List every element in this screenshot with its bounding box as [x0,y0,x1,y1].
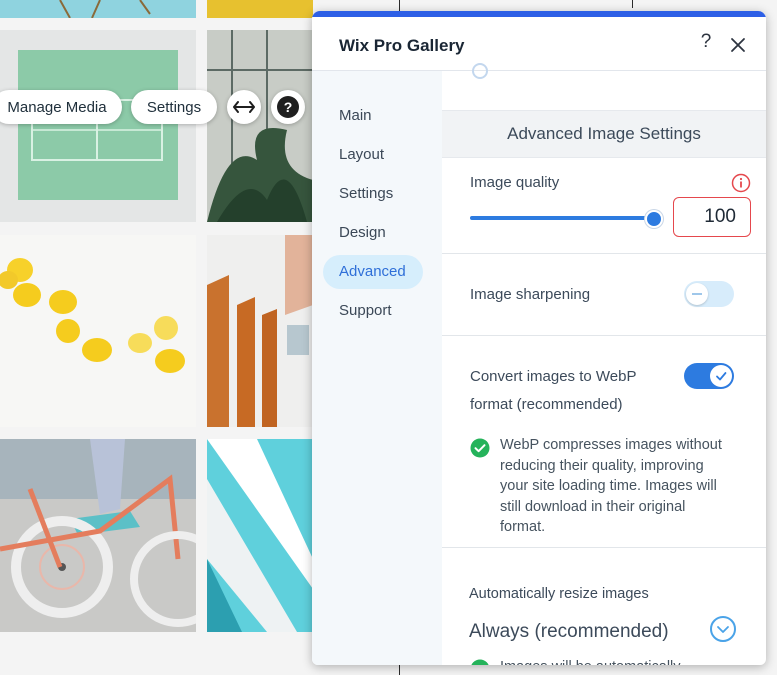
gallery-image-tennis-court[interactable] [0,30,196,222]
manage-media-label: Manage Media [7,98,107,116]
resize-dropdown-button[interactable] [710,616,736,642]
guide-tick [632,0,633,8]
gallery-image-lemons[interactable] [0,235,196,427]
nav-item-layout[interactable]: Layout [323,138,400,172]
question-mark-icon: ? [277,96,299,118]
resize-images-label: Automatically resize images [469,586,649,602]
divider [442,335,766,336]
gallery-image-building[interactable] [207,235,313,427]
nav-item-support[interactable]: Support [323,294,408,328]
webp-notice-line: format. [500,519,546,535]
success-check-icon [471,659,489,665]
panel-content: Advanced Image Settings Image quality 10… [442,63,766,665]
advanced-image-settings-header: Advanced Image Settings [442,110,766,158]
gallery-help-button[interactable]: ? [271,90,305,124]
nav-item-settings[interactable]: Settings [323,177,409,211]
toggle-knob-on-icon [710,365,732,387]
gallery-settings-button[interactable]: Settings [131,90,217,124]
webp-label-line2: format (recommended) [470,396,623,413]
stretch-button[interactable] [227,90,261,124]
editor-canvas: Manage Media Settings ? Wix Pro Gallery … [0,0,777,675]
info-icon[interactable] [731,173,751,193]
image-quality-slider-track[interactable] [470,216,655,220]
gallery-image-bicycle[interactable] [0,439,196,632]
partial-radio-button[interactable] [472,63,488,79]
image-quality-slider-handle[interactable] [645,210,663,228]
webp-label-line1: Convert images to WebP [470,368,637,385]
image-quality-label: Image quality [470,174,560,191]
webp-notice-line: your site loading time. Images will [500,478,717,494]
gallery-settings-label: Settings [146,98,202,116]
close-icon[interactable] [727,34,749,56]
checkmark-icon [716,372,727,381]
gallery-image-flowers[interactable] [0,0,196,18]
image-sharpening-label: Image sharpening [470,286,591,303]
gallery-image-yellow[interactable] [207,0,313,18]
chevron-down-icon [717,626,729,633]
divider [442,547,766,548]
nav-item-design[interactable]: Design [323,216,402,250]
webp-notice-line: WebP compresses images without [500,437,722,453]
webp-notice-line: still download in their original [500,498,686,515]
panel-title: Wix Pro Gallery [339,36,465,55]
panel-help-button[interactable]: ? [695,31,717,57]
gallery-image-abstract-shapes[interactable] [207,439,313,632]
settings-panel: Wix Pro Gallery ? Main Layout Settings D… [312,11,766,665]
nav-item-advanced[interactable]: Advanced [323,255,423,289]
stretch-arrows-icon [233,101,255,113]
panel-sidebar-nav: Main Layout Settings Design Advanced Sup… [312,71,442,665]
webp-notice: WebP compresses images without reducing … [500,435,760,538]
divider [442,253,766,254]
image-quality-input[interactable]: 100 [673,197,751,237]
manage-media-button[interactable]: Manage Media [0,90,122,124]
panel-header: Wix Pro Gallery ? [312,17,766,71]
success-check-icon [470,438,490,458]
webp-toggle[interactable] [684,363,734,389]
resize-images-value[interactable]: Always (recommended) [469,621,669,643]
image-sharpening-toggle[interactable] [684,281,734,307]
toggle-knob-off-icon [686,283,708,305]
gallery-image-greenhouse[interactable] [207,30,313,222]
webp-notice-line: reducing their quality, improving [500,457,704,474]
nav-item-main[interactable]: Main [323,99,388,133]
resize-notice: Images will be automatically [500,657,760,665]
